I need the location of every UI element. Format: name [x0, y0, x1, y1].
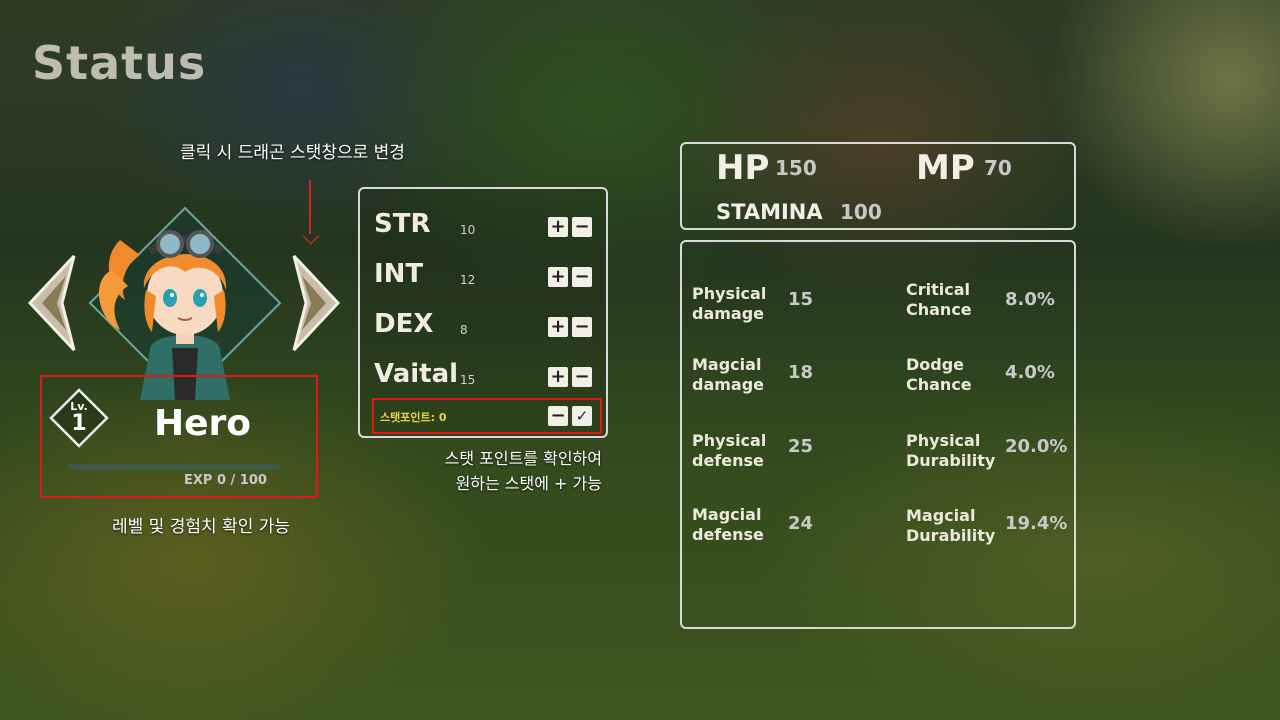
stat-points-confirm-button[interactable]: ✓ [572, 406, 592, 426]
stat-name: STR [374, 209, 431, 239]
detail-value: 24 [788, 513, 814, 534]
mp-value: 70 [984, 156, 1012, 180]
hero-name: Hero [154, 403, 252, 444]
detail-value: 8.0% [1005, 289, 1055, 310]
vitals-panel: HP 150 MP 70 STAMINA 100 [680, 142, 1076, 230]
stat-value: 15 [460, 373, 476, 387]
detail-value: 20.0% [1005, 436, 1068, 457]
hp-value: 150 [775, 156, 817, 180]
annotation-stat-points: 스탯 포인트를 확인하여 원하는 스탯에 + 가능 [410, 446, 602, 496]
dex-minus-button[interactable]: − [572, 317, 592, 337]
stat-allocation-panel: STR 10 + − INT 12 + − DEX 8 + − Vaital 1… [358, 187, 608, 438]
str-minus-button[interactable]: − [572, 217, 592, 237]
annotation-dragon-switch: 클릭 시 드래곤 스탯창으로 변경 [180, 143, 405, 163]
next-character-arrow-icon[interactable] [290, 254, 342, 352]
stat-points-box: 스탯포인트: 0 − ✓ [372, 398, 602, 434]
detail-value: 19.4% [1005, 513, 1068, 534]
detail-value: 18 [788, 362, 814, 383]
detail-label: Physical Durability [906, 431, 996, 470]
exp-bar [68, 464, 280, 470]
stamina-value: 100 [840, 200, 882, 224]
vaital-plus-button[interactable]: + [548, 367, 568, 387]
annotation-level: 레벨 및 경험치 확인 가능 [112, 517, 291, 537]
previous-character-arrow-icon[interactable] [26, 254, 78, 352]
stat-value: 12 [460, 273, 476, 287]
detail-label: Magcial Durability [906, 506, 996, 545]
hero-level-panel: Lv. 1 Hero EXP 0 / 100 [40, 375, 318, 498]
stamina-label: STAMINA [716, 200, 823, 224]
stat-row-dex: DEX 8 + − [374, 309, 596, 343]
detail-label: Dodge Chance [906, 355, 972, 394]
stat-points-minus-button[interactable]: − [548, 406, 568, 426]
detail-value: 15 [788, 289, 814, 310]
int-plus-button[interactable]: + [548, 267, 568, 287]
annotation-arrow [309, 180, 311, 234]
detail-stats-panel: Physical damage 15 Critical Chance 8.0% Ma… [680, 240, 1076, 629]
exp-text: EXP 0 / 100 [184, 473, 267, 488]
vaital-minus-button[interactable]: − [572, 367, 592, 387]
dex-plus-button[interactable]: + [548, 317, 568, 337]
level-number: 1 [71, 411, 87, 436]
stat-value: 8 [460, 323, 468, 337]
annotation-stat-points-line1: 스탯 포인트를 확인하여 [444, 449, 602, 468]
stat-value: 10 [460, 223, 476, 237]
detail-label: Magcial defense [692, 505, 764, 544]
int-minus-button[interactable]: − [572, 267, 592, 287]
detail-label: Critical Chance [906, 280, 972, 319]
stat-name: DEX [374, 309, 434, 339]
detail-value: 4.0% [1005, 362, 1055, 383]
annotation-stat-points-line2: 원하는 스탯에 + 가능 [455, 474, 602, 493]
stat-row-str: STR 10 + − [374, 209, 596, 243]
detail-label: Magcial damage [692, 355, 765, 394]
str-plus-button[interactable]: + [548, 217, 568, 237]
stat-points-label: 스탯포인트: 0 [380, 411, 447, 424]
detail-label: Physical damage [692, 284, 767, 323]
stat-row-vaital: Vaital 15 + − [374, 359, 596, 393]
detail-label: Physical defense [692, 431, 767, 470]
screen-title: Status [32, 36, 207, 90]
detail-value: 25 [788, 436, 814, 457]
hp-label: HP [716, 148, 770, 188]
stat-name: Vaital [374, 359, 459, 389]
mp-label: MP [916, 148, 975, 188]
stat-row-int: INT 12 + − [374, 259, 596, 293]
stat-name: INT [374, 259, 424, 289]
